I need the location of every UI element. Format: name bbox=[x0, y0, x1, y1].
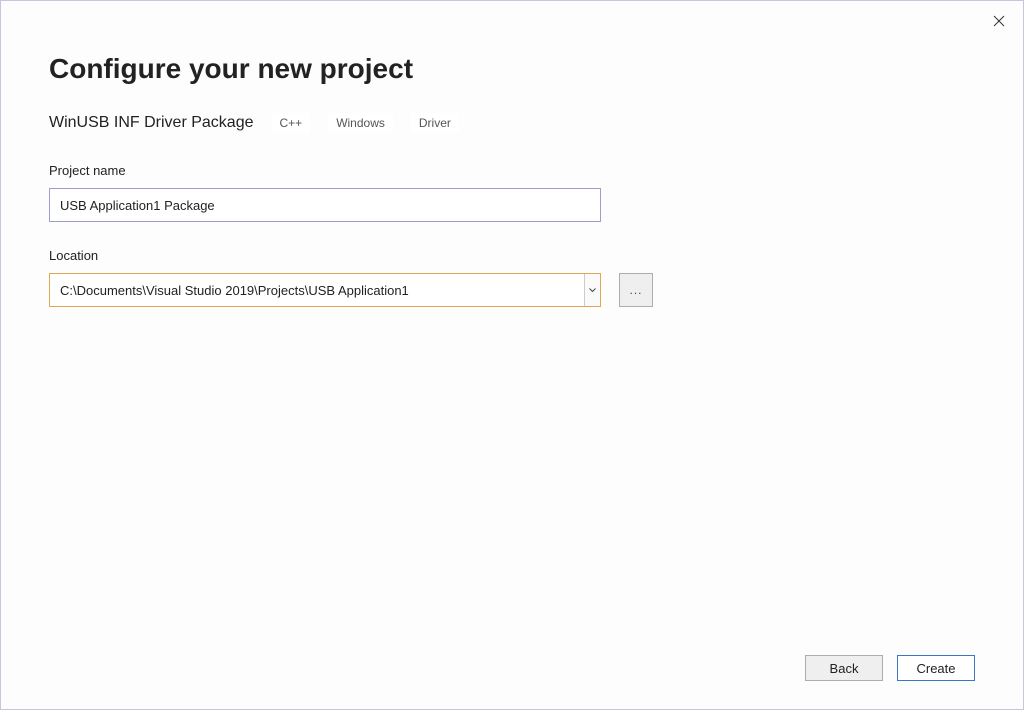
configure-project-dialog: Configure your new project WinUSB INF Dr… bbox=[0, 0, 1024, 710]
dialog-footer: Back Create bbox=[805, 655, 975, 681]
browse-button[interactable]: ... bbox=[619, 273, 653, 307]
location-dropdown-button[interactable] bbox=[584, 274, 600, 306]
page-title: Configure your new project bbox=[49, 53, 975, 85]
dialog-content: Configure your new project WinUSB INF Dr… bbox=[1, 1, 1023, 307]
template-info-row: WinUSB INF Driver Package C++ Windows Dr… bbox=[49, 113, 975, 133]
close-button[interactable] bbox=[989, 11, 1009, 31]
location-input[interactable] bbox=[50, 274, 584, 306]
location-label: Location bbox=[49, 248, 975, 263]
location-group: Location ... bbox=[49, 248, 975, 307]
back-button[interactable]: Back bbox=[805, 655, 883, 681]
close-icon bbox=[993, 15, 1005, 27]
template-name: WinUSB INF Driver Package bbox=[49, 114, 254, 132]
location-row: ... bbox=[49, 273, 975, 307]
project-name-group: Project name bbox=[49, 163, 975, 222]
tag-language: C++ bbox=[272, 113, 311, 133]
location-combo bbox=[49, 273, 601, 307]
project-name-label: Project name bbox=[49, 163, 975, 178]
tag-type: Driver bbox=[411, 113, 459, 133]
chevron-down-icon bbox=[589, 288, 596, 292]
project-name-input[interactable] bbox=[49, 188, 601, 222]
tag-platform: Windows bbox=[328, 113, 393, 133]
create-button[interactable]: Create bbox=[897, 655, 975, 681]
